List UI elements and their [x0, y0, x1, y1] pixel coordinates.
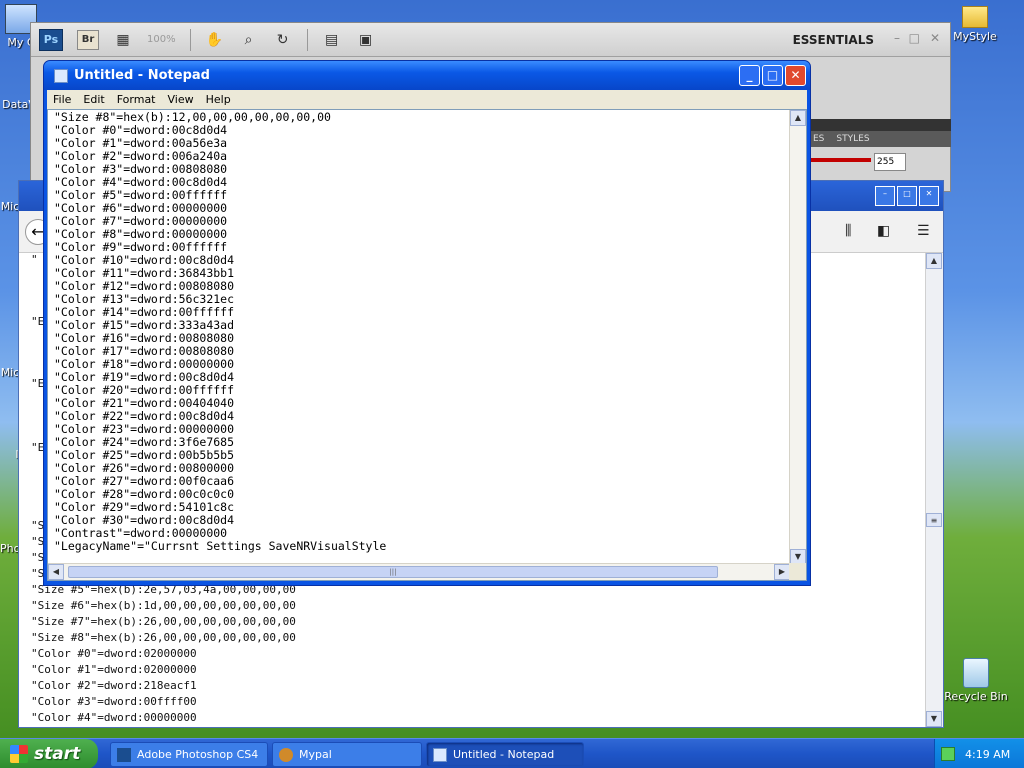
scrollbar-corner: [789, 563, 806, 580]
text-line: "Size #6"=hex(b):1d,00,00,00,00,00,00,00: [31, 599, 296, 612]
menu-view[interactable]: View: [168, 93, 194, 106]
scroll-up-icon[interactable]: ▲: [790, 110, 806, 126]
hand-tool-icon[interactable]: ✋: [205, 30, 225, 50]
menu-file[interactable]: File: [53, 93, 71, 106]
workspace-switcher[interactable]: ESSENTIALS: [793, 33, 874, 47]
arrange-documents-icon[interactable]: ▤: [322, 30, 342, 50]
text-line: "Color #4"=dword:00000000: [31, 711, 197, 724]
desktop-icon-mic-2[interactable]: Mic: [0, 366, 20, 379]
browser-vertical-scrollbar[interactable]: ▲ ≡ ▼: [925, 253, 943, 727]
menu-help[interactable]: Help: [206, 93, 231, 106]
panel-tab-es[interactable]: ES: [813, 134, 824, 144]
network-icon[interactable]: [941, 747, 955, 761]
maximize-icon[interactable]: □: [762, 65, 783, 86]
close-icon[interactable]: ✕: [930, 31, 940, 45]
toolbar-divider: [306, 28, 308, 51]
desktop-icon-mystyle[interactable]: MyStyle: [950, 6, 1000, 43]
scroll-thumb[interactable]: ≡: [926, 513, 942, 527]
view-extras-icon[interactable]: ▦: [113, 30, 133, 50]
notepad-icon: [433, 747, 447, 762]
task-photoshop[interactable]: Adobe Photoshop CS4: [110, 742, 268, 767]
menu-icon[interactable]: ☰: [917, 223, 930, 239]
panel-header: [809, 119, 951, 131]
text-line: "Color #2"=dword:218eacf1: [31, 679, 197, 692]
color-value-field[interactable]: 255: [874, 153, 906, 171]
notepad-menu-bar: File Edit Format View Help: [47, 90, 807, 109]
scroll-right-icon[interactable]: ▶: [774, 564, 790, 580]
text-line: ": [31, 253, 38, 266]
notepad-window[interactable]: Untitled - Notepad _ □ ✕ File Edit Forma…: [43, 60, 811, 586]
taskbar: start Adobe Photoshop CS4 Mypal Untitled…: [0, 738, 1024, 768]
minimize-icon[interactable]: –: [875, 186, 895, 206]
task-notepad[interactable]: Untitled - Notepad: [426, 742, 584, 767]
maximize-icon[interactable]: □: [909, 31, 920, 45]
toolbar-divider: [189, 28, 191, 51]
minimize-icon[interactable]: _: [739, 65, 760, 86]
notepad-text[interactable]: "Size #8"=hex(b):12,00,00,00,00,00,00,00…: [54, 111, 792, 563]
desktop-icon-mic-1[interactable]: Mic: [0, 200, 20, 213]
system-tray: 4:19 AM: [934, 739, 1024, 768]
recycle-bin-icon: [963, 658, 989, 688]
panel-tab-styles[interactable]: STYLES: [836, 134, 869, 144]
vertical-scrollbar[interactable]: ▲ ▼: [789, 110, 806, 565]
windows-flag-icon: [10, 745, 28, 763]
text-line: "Size #8"=hex(b):26,00,00,00,00,00,00,00: [31, 631, 296, 644]
horizontal-scrollbar[interactable]: ◀ ||| ▶: [48, 563, 790, 580]
sidebar-icon[interactable]: ◧: [877, 223, 890, 239]
task-mypal[interactable]: Mypal: [272, 742, 422, 767]
text-line: "Color #1"=dword:02000000: [31, 663, 197, 676]
notepad-title-bar[interactable]: Untitled - Notepad _ □ ✕: [44, 61, 810, 90]
desktop-icon-recycle-bin[interactable]: Recycle Bin: [944, 658, 1008, 703]
desktop-icon-pho[interactable]: Pho: [0, 542, 20, 555]
text-line: "Size #7"=hex(b):26,00,00,00,00,00,00,00: [31, 615, 296, 628]
text-line: "Color #0"=dword:02000000: [31, 647, 197, 660]
notepad-title: Untitled - Notepad: [74, 68, 210, 83]
notepad-icon: [54, 68, 68, 83]
notepad-edit-area[interactable]: "Size #8"=hex(b):12,00,00,00,00,00,00,00…: [47, 109, 807, 581]
screen-mode-icon[interactable]: ▣: [356, 30, 376, 50]
panel-tabs: ES STYLES: [809, 131, 951, 147]
menu-edit[interactable]: Edit: [83, 93, 104, 106]
notepad-text-line: "LegacyName"="Currsnt Settings SaveNRVis…: [54, 539, 387, 553]
scroll-down-icon[interactable]: ▼: [926, 711, 942, 727]
bridge-button[interactable]: Br: [77, 29, 99, 50]
menu-format[interactable]: Format: [117, 93, 156, 106]
mypal-icon: [279, 747, 293, 762]
window-controls: _ □ ✕: [739, 65, 806, 86]
photoshop-icon: [117, 747, 131, 762]
color-slider[interactable]: [809, 158, 871, 162]
scroll-up-icon[interactable]: ▲: [926, 253, 942, 269]
clock[interactable]: 4:19 AM: [965, 748, 1010, 761]
minimize-icon[interactable]: –: [894, 31, 900, 45]
scroll-left-icon[interactable]: ◀: [48, 564, 64, 580]
zoom-tool-icon[interactable]: ⌕: [239, 30, 259, 50]
scroll-thumb[interactable]: |||: [68, 566, 718, 578]
rotate-view-icon[interactable]: ↻: [273, 30, 293, 50]
library-icon[interactable]: ⫼: [845, 223, 851, 239]
start-button[interactable]: start: [0, 739, 98, 768]
close-icon[interactable]: ✕: [919, 186, 939, 206]
folder-icon: [962, 6, 988, 28]
maximize-icon[interactable]: □: [897, 186, 917, 206]
text-line: "Color #3"=dword:00ffff00: [31, 695, 197, 708]
close-icon[interactable]: ✕: [785, 65, 806, 86]
zoom-level[interactable]: 100%: [147, 34, 176, 45]
photoshop-logo: Ps: [39, 28, 63, 51]
